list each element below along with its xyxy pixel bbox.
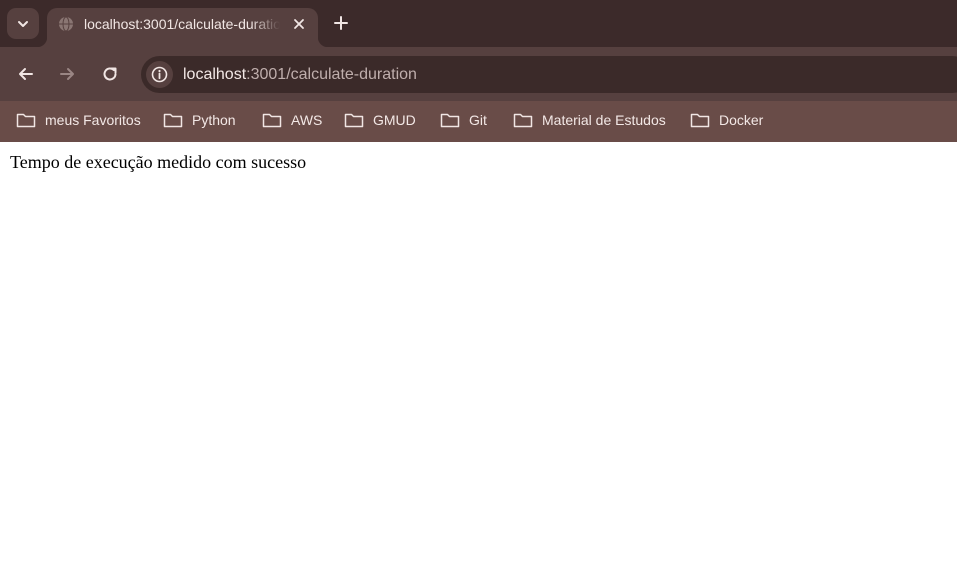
bookmark-label: GMUD (373, 112, 416, 128)
arrow-left-icon (19, 68, 33, 80)
browser-toolbar: localhost:3001/calculate-duration (0, 47, 957, 101)
bookmark-python[interactable]: Python (163, 108, 236, 132)
bookmark-aws[interactable]: AWS (262, 108, 322, 132)
arrow-right-icon (60, 68, 74, 80)
url-text: localhost:3001/calculate-duration (183, 65, 417, 84)
bookmark-git[interactable]: Git (440, 108, 487, 132)
tab-title: localhost:3001/calculate-duration (84, 16, 280, 32)
bookmark-label: Material de Estudos (542, 112, 666, 128)
active-tab[interactable]: localhost:3001/calculate-duration (37, 8, 328, 47)
folder-icon (344, 113, 364, 128)
back-button[interactable] (12, 60, 40, 88)
bookmark-label: Python (192, 112, 236, 128)
tab-close-button[interactable] (290, 15, 308, 33)
bookmark-gmud[interactable]: GMUD (344, 108, 416, 132)
folder-icon (690, 113, 710, 128)
folder-icon (16, 113, 36, 128)
plus-icon (334, 16, 348, 30)
folder-icon (163, 113, 183, 128)
reload-button[interactable] (96, 60, 124, 88)
new-tab-button[interactable] (327, 9, 355, 37)
url-path: :3001/calculate-duration (246, 66, 417, 83)
bookmark-material-de-estudos[interactable]: Material de Estudos (513, 108, 666, 132)
url-host: localhost (183, 66, 247, 83)
forward-button[interactable] (53, 60, 81, 88)
globe-icon (59, 16, 73, 32)
info-icon (151, 66, 168, 83)
folder-icon (262, 113, 282, 128)
bookmark-label: Docker (719, 112, 764, 128)
reload-icon (103, 67, 117, 81)
bookmark-docker[interactable]: Docker (690, 108, 763, 132)
folder-icon (440, 113, 460, 128)
chevron-down-icon (18, 20, 28, 27)
bookmark-meus-favoritos[interactable]: meus Favoritos (16, 108, 141, 132)
folder-icon (513, 113, 533, 128)
close-icon (294, 19, 304, 29)
bookmark-label: meus Favoritos (45, 112, 141, 128)
bookmark-label: Git (469, 112, 487, 128)
tab-search-button[interactable] (7, 8, 39, 39)
bookmarks-bar: meus Favoritos Python AWS GMUD Git Mater… (0, 101, 957, 142)
bookmark-label: AWS (291, 112, 323, 128)
address-bar[interactable]: localhost:3001/calculate-duration (141, 56, 957, 93)
site-info-button[interactable] (146, 61, 173, 88)
page-message: Tempo de execução medido com sucesso (10, 152, 307, 172)
tab-strip: localhost:3001/calculate-duration (0, 0, 957, 47)
